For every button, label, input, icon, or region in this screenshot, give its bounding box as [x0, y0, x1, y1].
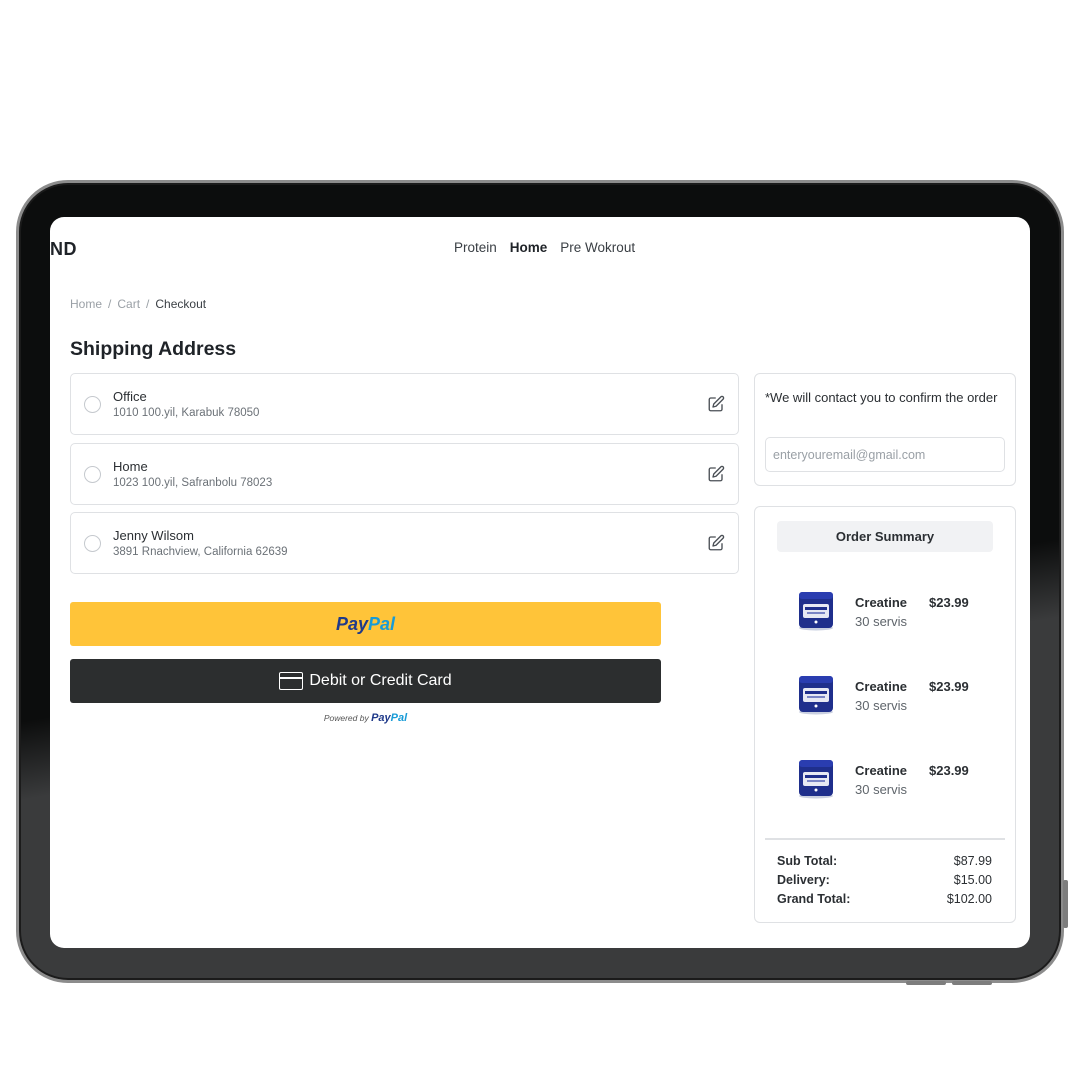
subtotal-row: Sub Total: $87.99 — [777, 854, 992, 873]
contact-note: *We will contact you to confirm the orde… — [765, 390, 998, 405]
address-card-home[interactable]: Home 1023 100.yil, Safranbolu 78023 — [70, 442, 739, 505]
item-price: $23.99 — [929, 763, 969, 778]
order-totals: Sub Total: $87.99 Delivery: $15.00 Grand… — [777, 854, 992, 911]
item-subtitle: 30 servis — [855, 698, 908, 713]
edit-icon[interactable] — [707, 534, 725, 552]
address-line: 1023 100.yil, Safranbolu 78023 — [113, 476, 273, 489]
paypal-logo-part: Pay — [335, 613, 368, 634]
item-price: $23.99 — [929, 679, 969, 694]
email-field[interactable] — [765, 437, 1005, 472]
edit-icon[interactable] — [707, 395, 725, 413]
powered-by-text: Powered by — [323, 713, 369, 723]
debit-credit-card-button[interactable]: Debit or Credit Card — [70, 659, 661, 703]
breadcrumb: Home / Cart / Checkout — [70, 297, 206, 311]
creatine-jar-icon — [799, 592, 833, 631]
order-summary-title: Order Summary — [777, 521, 993, 552]
total-value: $15.00 — [953, 873, 992, 887]
grand-total-row: Grand Total: $102.00 — [777, 892, 992, 911]
paypal-button[interactable]: Pay Pal — [70, 602, 661, 646]
address-card-jenny[interactable]: Jenny Wilsom 3891 Rnachview, California … — [70, 512, 739, 574]
address-radio[interactable] — [84, 535, 101, 552]
item-price: $23.99 — [929, 595, 969, 610]
delivery-row: Delivery: $15.00 — [777, 873, 992, 892]
address-line: 3891 Rnachview, California 62639 — [113, 546, 288, 558]
total-label: Delivery: — [777, 873, 830, 887]
creatine-jar-icon — [799, 760, 833, 799]
breadcrumb-cart[interactable]: Cart — [117, 297, 140, 311]
total-value: $102.00 — [946, 892, 992, 906]
nav-item-home[interactable]: Home — [510, 240, 548, 255]
item-name: Creatine — [855, 679, 908, 694]
total-label: Grand Total: — [777, 892, 851, 906]
checkout-screen: ND Protein Home Pre Wokrout Home / Cart … — [50, 217, 1030, 948]
total-value: $87.99 — [953, 854, 992, 868]
breadcrumb-separator: / — [108, 297, 112, 311]
card-button-label: Debit or Credit Card — [309, 672, 452, 689]
list-item: Creatine 30 servis $23.99 — [755, 673, 1015, 723]
creatine-jar-icon — [799, 676, 833, 715]
breadcrumb-checkout: Checkout — [155, 297, 207, 311]
nav-item-protein[interactable]: Protein — [454, 240, 497, 255]
paypal-logo-part: Pal — [368, 613, 396, 634]
address-radio[interactable] — [84, 396, 101, 413]
tablet-volume-button — [952, 981, 992, 985]
list-item: Creatine 30 servis $23.99 — [755, 757, 1015, 807]
item-subtitle: 30 servis — [855, 782, 908, 797]
item-name: Creatine — [855, 763, 908, 778]
address-name: Home — [113, 458, 148, 474]
address-name: Jenny Wilsom — [113, 528, 194, 543]
order-summary-card: Order Summary Creatine 30 servis $23.99 — [754, 506, 1016, 923]
main-nav: Protein Home Pre Wokrout — [454, 240, 635, 255]
total-label: Sub Total: — [777, 854, 838, 868]
powered-by-paypal: Powered by PayPal — [70, 712, 661, 724]
address-list: Office 1010 100.yil, Karabuk 78050 Home … — [70, 373, 739, 582]
summary-divider — [765, 838, 1005, 840]
brand-logo[interactable]: ND — [50, 239, 77, 260]
credit-card-icon — [279, 672, 304, 690]
breadcrumb-separator: / — [146, 297, 150, 311]
edit-icon[interactable] — [707, 465, 725, 483]
paypal-brand: PayPal — [371, 712, 408, 724]
tablet-side-button — [1063, 880, 1068, 928]
address-line: 1010 100.yil, Karabuk 78050 — [113, 407, 260, 419]
list-item: Creatine 30 servis $23.99 — [755, 589, 1015, 639]
breadcrumb-home[interactable]: Home — [70, 297, 102, 311]
item-name: Creatine — [855, 595, 908, 610]
address-name: Office — [113, 389, 147, 404]
nav-item-pre-workout[interactable]: Pre Wokrout — [560, 240, 635, 255]
address-card-office[interactable]: Office 1010 100.yil, Karabuk 78050 — [70, 373, 739, 435]
item-subtitle: 30 servis — [855, 614, 908, 629]
tablet-volume-button — [906, 981, 946, 985]
address-radio[interactable] — [84, 465, 101, 483]
contact-card: *We will contact you to confirm the orde… — [754, 373, 1016, 486]
shipping-address-title: Shipping Address — [70, 338, 237, 360]
